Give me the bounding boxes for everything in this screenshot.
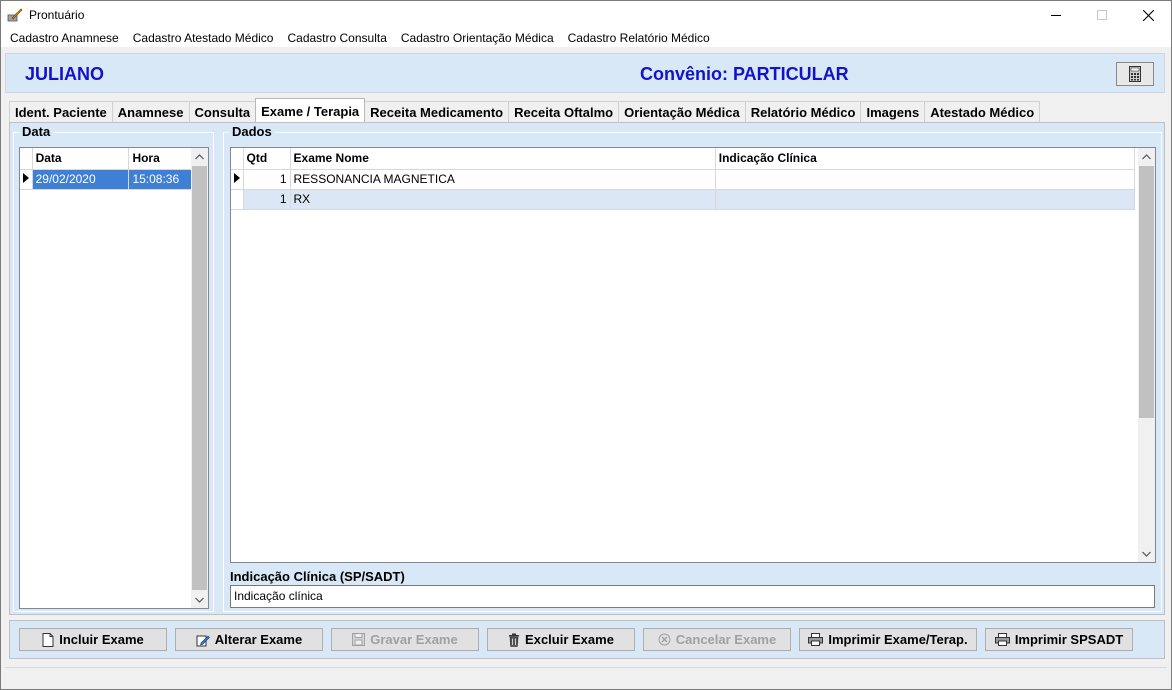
scroll-thumb[interactable]	[192, 166, 207, 590]
data-grid-scrollbar[interactable]	[191, 148, 208, 608]
row-indicator-icon	[20, 169, 33, 190]
exames-grid-scrollbar[interactable]	[1138, 148, 1155, 562]
exames-grid[interactable]: Qtd Exame Nome Indicação Clínica 1 RESSO…	[230, 147, 1156, 563]
col-exame-nome-header[interactable]: Exame Nome	[290, 148, 716, 170]
tab-consulta[interactable]: Consulta	[188, 101, 257, 123]
close-button[interactable]	[1125, 1, 1171, 29]
table-row[interactable]: 1 RESSONANCIA MAGNETICA	[231, 169, 1136, 190]
alterar-exame-button[interactable]: Alterar Exame	[175, 628, 323, 651]
menu-cadastro-relatorio[interactable]: Cadastro Relatório Médico	[561, 29, 717, 47]
cell-indicacao[interactable]	[715, 169, 1136, 190]
col-data-header[interactable]: Data	[32, 148, 130, 170]
maximize-button[interactable]	[1079, 1, 1125, 29]
table-row[interactable]: 29/02/2020 15:08:36	[20, 169, 192, 190]
menu-cadastro-anamnese[interactable]: Cadastro Anamnese	[3, 29, 126, 47]
table-row[interactable]: 1 RX	[231, 189, 1136, 210]
title-bar: Prontuário	[1, 1, 1171, 29]
status-bar	[5, 667, 1167, 687]
trash-icon	[509, 633, 520, 647]
tab-receita-oftalmo[interactable]: Receita Oftalmo	[508, 101, 620, 123]
minimize-button[interactable]	[1033, 1, 1079, 29]
tab-atestado-medico[interactable]: Atestado Médico	[924, 101, 1041, 123]
tab-exame-terapia[interactable]: Exame / Terapia	[255, 98, 366, 122]
imprimir-spsadt-button[interactable]: Imprimir SPSADT	[985, 628, 1133, 651]
menu-cadastro-orientacao[interactable]: Cadastro Orientação Médica	[394, 29, 561, 47]
dados-group-title: Dados	[229, 124, 275, 139]
col-hora-header[interactable]: Hora	[128, 148, 192, 170]
patient-name: JULIANO	[25, 64, 105, 84]
cell-data[interactable]: 29/02/2020	[32, 169, 130, 190]
cell-qtd[interactable]: 1	[243, 189, 291, 210]
scroll-thumb[interactable]	[1139, 166, 1154, 418]
excluir-exame-button[interactable]: Excluir Exame	[487, 628, 635, 651]
calculator-icon	[1129, 66, 1141, 82]
tab-panel-exame-terapia: Data Data Hora 29/02/2020 15:08:36 Dados…	[9, 122, 1165, 615]
indicacao-clinica-field[interactable]: Indicação clínica	[230, 585, 1155, 608]
scroll-up-icon[interactable]	[1138, 148, 1155, 165]
cell-indicacao[interactable]	[715, 189, 1136, 210]
scroll-down-icon[interactable]	[1138, 545, 1155, 562]
cell-exame-nome[interactable]: RX	[290, 189, 716, 210]
tab-anamnese[interactable]: Anamnese	[111, 101, 190, 123]
tab-strip: Ident. Paciente Anamnese Consulta Exame …	[9, 98, 1041, 123]
data-grid[interactable]: Data Hora 29/02/2020 15:08:36	[19, 147, 209, 609]
printer-icon	[808, 633, 824, 646]
dados-group: Dados Qtd Exame Nome Indicação Clínica 1…	[223, 124, 1162, 612]
scroll-up-icon[interactable]	[191, 148, 208, 165]
cancel-icon	[658, 633, 671, 646]
tab-imagens[interactable]: Imagens	[860, 101, 926, 123]
col-indicacao-header[interactable]: Indicação Clínica	[715, 148, 1136, 170]
prontuario-window: Prontuário Cadastro Anamnese Cadastro At…	[0, 0, 1172, 690]
indicacao-clinica-label: Indicação Clínica (SP/SADT)	[230, 569, 405, 584]
edit-pencil-icon	[196, 635, 210, 646]
save-disk-icon	[352, 633, 366, 646]
col-qtd-header[interactable]: Qtd	[243, 148, 291, 170]
cell-hora[interactable]: 15:08:36	[128, 169, 192, 190]
app-pen-icon	[7, 8, 23, 22]
calculator-button[interactable]	[1116, 62, 1154, 86]
window-title: Prontuário	[29, 8, 85, 22]
menu-cadastro-consulta[interactable]: Cadastro Consulta	[280, 29, 393, 47]
tab-relatorio-medico[interactable]: Relatório Médico	[744, 101, 862, 123]
tab-receita-medicamento[interactable]: Receita Medicamento	[364, 101, 510, 123]
menu-bar: Cadastro Anamnese Cadastro Atestado Médi…	[1, 29, 1171, 47]
printer-icon	[994, 633, 1010, 646]
gravar-exame-button[interactable]: Gravar Exame	[331, 628, 479, 651]
cancelar-exame-button[interactable]: Cancelar Exame	[643, 628, 791, 651]
cell-qtd[interactable]: 1	[243, 169, 291, 190]
scroll-down-icon[interactable]	[191, 591, 208, 608]
row-indicator-icon	[231, 169, 244, 190]
incluir-exame-button[interactable]: Incluir Exame	[19, 628, 167, 651]
imprimir-exame-button[interactable]: Imprimir Exame/Terap.	[799, 628, 977, 651]
tab-ident-paciente[interactable]: Ident. Paciente	[9, 101, 113, 123]
patient-header: JULIANO Convênio: PARTICULAR	[5, 53, 1165, 93]
menu-cadastro-atestado[interactable]: Cadastro Atestado Médico	[126, 29, 281, 47]
convenio-label: Convênio: PARTICULAR	[640, 64, 849, 84]
cell-exame-nome[interactable]: RESSONANCIA MAGNETICA	[290, 169, 716, 190]
new-document-icon	[42, 632, 54, 647]
action-toolbar: Incluir Exame Alterar Exame Gravar Exame…	[9, 620, 1165, 659]
data-group: Data Data Hora 29/02/2020 15:08:36	[13, 124, 214, 612]
tab-orientacao-medica[interactable]: Orientação Médica	[618, 101, 746, 123]
data-group-title: Data	[19, 124, 54, 139]
